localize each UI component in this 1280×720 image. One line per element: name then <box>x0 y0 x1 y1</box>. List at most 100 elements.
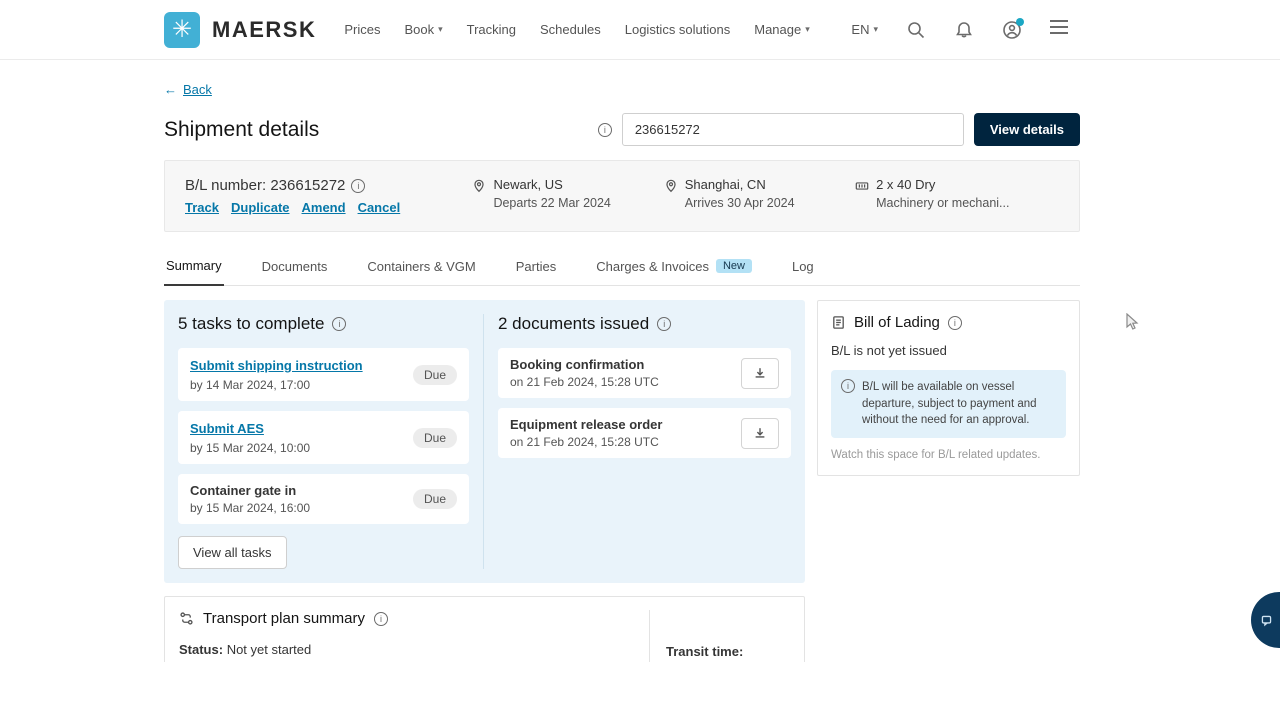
back-link[interactable]: Back <box>183 82 212 97</box>
download-icon <box>753 426 767 440</box>
bol-status-text: B/L is not yet issued <box>831 343 1066 358</box>
download-icon <box>753 366 767 380</box>
download-button[interactable] <box>741 418 779 449</box>
top-nav-bar: ✳ MAERSK Prices Book▾ Tracking Schedules… <box>0 0 1280 60</box>
container-icon <box>855 177 869 215</box>
document-card: Booking confirmation on 21 Feb 2024, 15:… <box>498 348 791 398</box>
chevron-down-icon: ▾ <box>805 24 810 35</box>
back-row: ← Back <box>164 82 1080 97</box>
account-icon[interactable] <box>1002 20 1022 40</box>
task-card: Container gate in by 15 Mar 2024, 16:00 … <box>178 474 469 524</box>
bill-of-lading-panel: Bill of Lading i B/L is not yet issued i… <box>817 300 1080 476</box>
nav-item-manage[interactable]: Manage▾ <box>754 22 810 37</box>
brand-wordmark[interactable]: MAERSK <box>212 17 316 43</box>
documents-title: 2 documents issued <box>498 314 649 334</box>
tasks-documents-panel: 5 tasks to complete i Submit shipping in… <box>164 300 805 583</box>
destination-column: Shanghai, CN Arrives 30 Apr 2024 <box>664 177 855 215</box>
duplicate-link[interactable]: Duplicate <box>231 200 290 215</box>
download-button[interactable] <box>741 358 779 389</box>
bol-title: Bill of Lading <box>854 314 940 331</box>
info-icon[interactable]: i <box>598 123 612 137</box>
shipment-summary-bar: B/L number: 236615272 i Track Duplicate … <box>164 160 1080 232</box>
view-details-button[interactable]: View details <box>974 113 1080 146</box>
task-due-date: by 14 Mar 2024, 17:00 <box>190 378 363 392</box>
bol-info-box: i B/L will be available on vessel depart… <box>831 370 1066 438</box>
origin-city: Newark, US <box>493 177 610 192</box>
document-date: on 21 Feb 2024, 15:28 UTC <box>510 375 659 389</box>
destination-city: Shanghai, CN <box>685 177 795 192</box>
track-link[interactable]: Track <box>185 200 219 215</box>
origin-column: Newark, US Departs 22 Mar 2024 <box>472 177 663 215</box>
cargo-equipment: 2 x 40 Dry <box>876 177 1009 192</box>
transport-plan-card: Transport plan summary i Status: Not yet… <box>164 596 805 662</box>
task-due-date: by 15 Mar 2024, 16:00 <box>190 501 310 515</box>
chevron-down-icon: ▾ <box>438 24 443 35</box>
transport-plan-left: Transport plan summary i Status: Not yet… <box>165 610 649 662</box>
route-icon <box>179 611 194 626</box>
nav-item-schedules[interactable]: Schedules <box>540 22 601 37</box>
account-notification-dot <box>1016 18 1024 26</box>
location-pin-icon <box>472 177 486 215</box>
info-icon[interactable]: i <box>948 316 962 330</box>
document-title: Booking confirmation <box>510 357 659 372</box>
documents-column: 2 documents issued i Booking confirmatio… <box>484 314 805 569</box>
cargo-commodity: Machinery or mechani... <box>876 196 1009 210</box>
amend-link[interactable]: Amend <box>302 200 346 215</box>
task-link[interactable]: Submit shipping instruction <box>190 358 363 373</box>
title-row: Shipment details i View details <box>164 113 1080 146</box>
status-label: Status: <box>179 642 223 657</box>
tasks-column: 5 tasks to complete i Submit shipping in… <box>164 314 484 569</box>
view-all-tasks-button[interactable]: View all tasks <box>178 536 287 569</box>
page-title: Shipment details <box>164 118 319 142</box>
bol-info-text: B/L will be available on vessel departur… <box>862 379 1056 429</box>
tab-documents[interactable]: Documents <box>260 250 330 285</box>
tab-charges-invoices[interactable]: Charges & Invoices New <box>594 250 754 285</box>
tab-log[interactable]: Log <box>790 250 816 285</box>
due-badge: Due <box>413 365 457 385</box>
chevron-down-icon: ▾ <box>873 24 878 35</box>
info-icon[interactable]: i <box>351 179 365 193</box>
due-badge: Due <box>413 428 457 448</box>
new-badge: New <box>716 259 752 273</box>
hamburger-menu-icon[interactable] <box>1050 20 1070 40</box>
nav-item-logistics-solutions[interactable]: Logistics solutions <box>625 22 731 37</box>
bl-number-text: B/L number: 236615272 <box>185 177 345 194</box>
task-card: Submit shipping instruction by 14 Mar 20… <box>178 348 469 401</box>
main-nav: Prices Book▾ Tracking Schedules Logistic… <box>344 22 809 37</box>
notifications-bell-icon[interactable] <box>954 20 974 40</box>
nav-item-book[interactable]: Book▾ <box>404 22 442 37</box>
document-card: Equipment release order on 21 Feb 2024, … <box>498 408 791 458</box>
header-actions: EN▾ <box>851 20 1070 40</box>
document-date: on 21 Feb 2024, 15:28 UTC <box>510 435 662 449</box>
bl-actions: Track Duplicate Amend Cancel <box>185 200 472 215</box>
language-selector[interactable]: EN▾ <box>851 22 878 37</box>
shipment-details-screen: ✳ MAERSK Prices Book▾ Tracking Schedules… <box>0 0 1280 662</box>
info-icon[interactable]: i <box>332 317 346 331</box>
summary-panels: 5 tasks to complete i Submit shipping in… <box>164 300 1080 583</box>
nav-item-tracking[interactable]: Tracking <box>467 22 516 37</box>
document-title: Equipment release order <box>510 417 662 432</box>
task-link[interactable]: Submit AES <box>190 421 264 436</box>
task-due-date: by 15 Mar 2024, 10:00 <box>190 441 310 455</box>
transit-time-column: Transit time: 39 days <box>649 610 804 662</box>
tab-summary[interactable]: Summary <box>164 250 224 286</box>
location-pin-icon <box>664 177 678 215</box>
cargo-column: 2 x 40 Dry Machinery or mechani... <box>855 177 1059 215</box>
search-icon[interactable] <box>906 20 926 40</box>
task-title: Container gate in <box>190 483 310 498</box>
shipment-number-input[interactable] <box>622 113 964 146</box>
origin-date: Departs 22 Mar 2024 <box>493 196 610 210</box>
info-icon[interactable]: i <box>374 612 388 626</box>
cancel-link[interactable]: Cancel <box>358 200 401 215</box>
nav-item-prices[interactable]: Prices <box>344 22 380 37</box>
info-icon: i <box>841 379 855 393</box>
bl-number-column: B/L number: 236615272 i Track Duplicate … <box>185 177 472 215</box>
bol-footer-text: Watch this space for B/L related updates… <box>831 449 1066 461</box>
tasks-title: 5 tasks to complete <box>178 314 324 334</box>
transport-plan-title: Transport plan summary <box>203 610 365 627</box>
tab-parties[interactable]: Parties <box>514 250 558 285</box>
detail-tabs: Summary Documents Containers & VGM Parti… <box>164 250 1080 286</box>
info-icon[interactable]: i <box>657 317 671 331</box>
tab-containers-vgm[interactable]: Containers & VGM <box>365 250 477 285</box>
maersk-star-logo-icon[interactable]: ✳ <box>164 12 200 48</box>
